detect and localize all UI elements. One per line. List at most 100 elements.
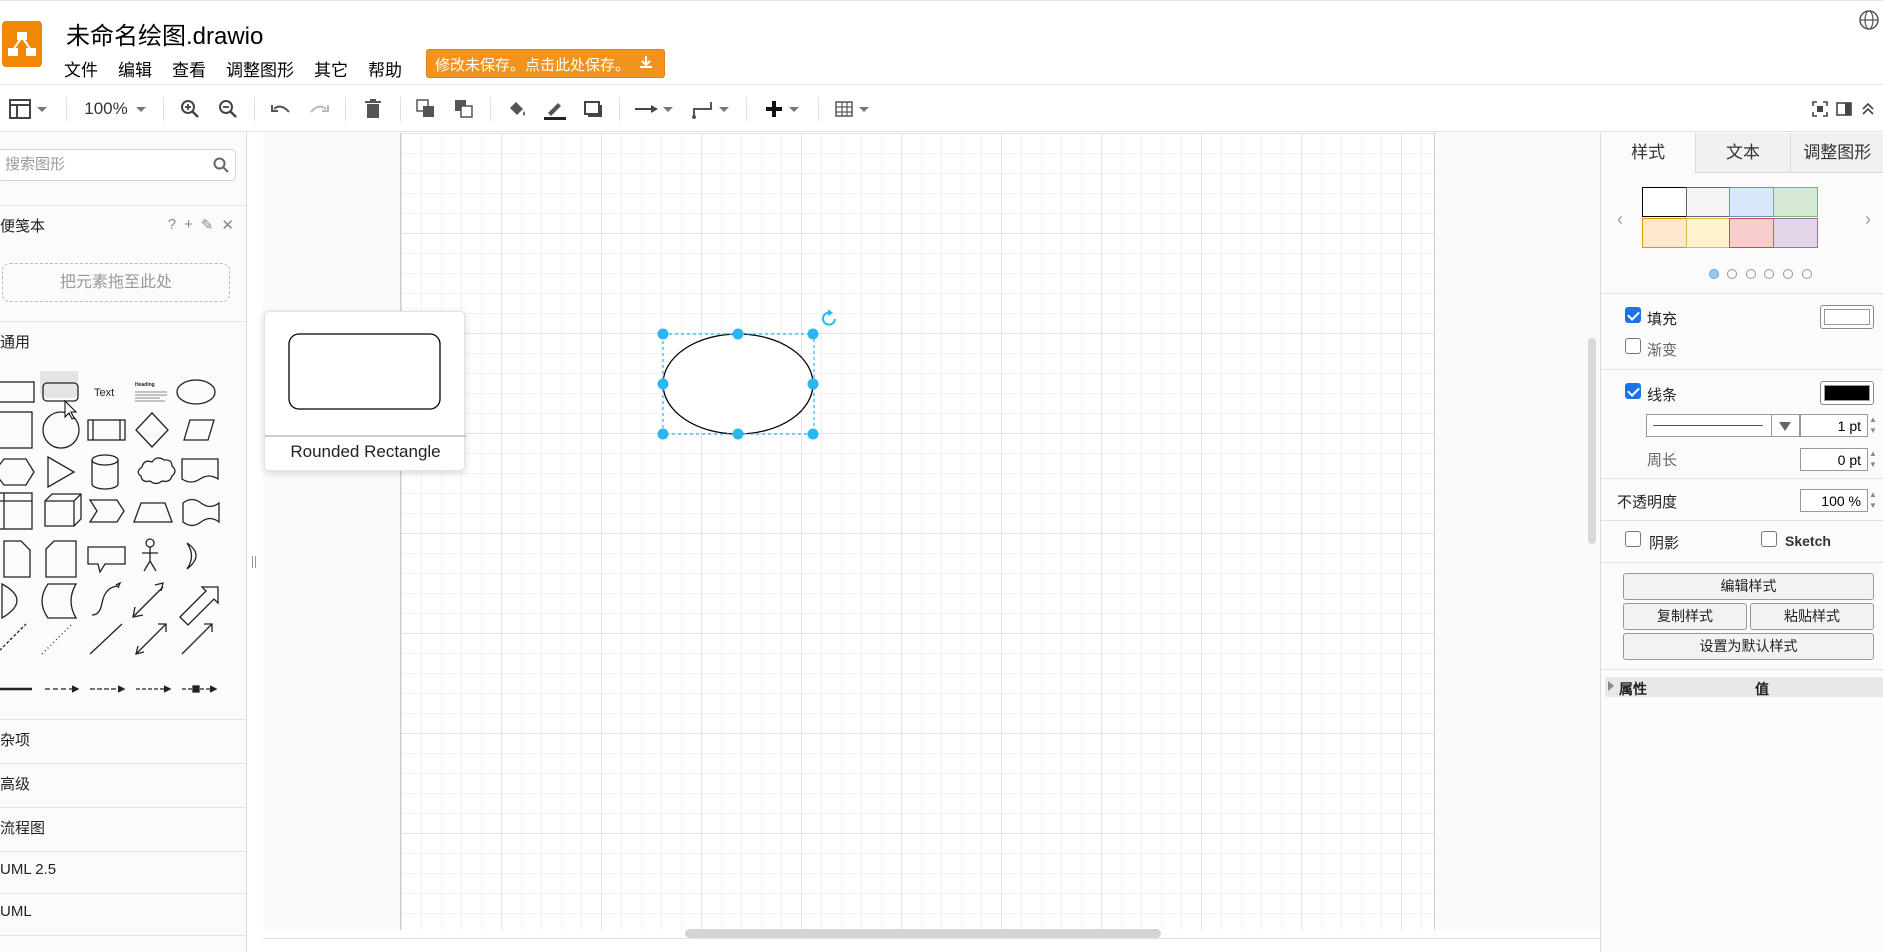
shadow-checkbox[interactable] (1625, 531, 1641, 547)
chevron-right-icon[interactable]: › (1865, 209, 1871, 230)
fill-color-picker[interactable] (1820, 305, 1874, 329)
zoom-in-button[interactable] (178, 97, 202, 121)
edit-style-button[interactable]: 编辑样式 (1623, 573, 1874, 600)
menu-edit[interactable]: 编辑 (108, 53, 162, 80)
gradient-checkbox[interactable] (1625, 338, 1641, 354)
search-icon[interactable] (213, 157, 229, 176)
tab-text[interactable]: 文本 (1695, 133, 1790, 173)
close-icon[interactable]: ✕ (221, 216, 234, 234)
delete-button[interactable] (360, 97, 386, 121)
to-back-button[interactable] (452, 97, 476, 121)
menu-arrange[interactable]: 调整图形 (216, 53, 304, 80)
undo-button[interactable] (268, 97, 294, 121)
redo-button[interactable] (306, 97, 332, 121)
sidebar-section-uml[interactable]: UML (0, 893, 246, 933)
collapse-toolbar-button[interactable] (1858, 97, 1878, 121)
style-swatch[interactable] (1729, 187, 1774, 217)
table-dropdown[interactable] (830, 97, 874, 121)
sidebar-resize-handle[interactable] (252, 556, 256, 568)
tab-style[interactable]: 样式 (1601, 133, 1696, 173)
swatch-page-dot[interactable] (1802, 269, 1812, 279)
shape-arrow (179, 586, 219, 626)
chevron-left-icon[interactable]: ‹ (1617, 209, 1623, 230)
sidebar-section-advanced[interactable]: 高级 (0, 763, 246, 803)
style-swatch[interactable] (1773, 218, 1818, 248)
shape-dotted-line (41, 623, 73, 655)
paste-style-button[interactable]: 粘贴样式 (1750, 603, 1874, 630)
style-swatch[interactable] (1686, 218, 1731, 248)
swatch-page-dot-active[interactable] (1709, 269, 1719, 279)
menu-help[interactable]: 帮助 (358, 53, 412, 80)
sidebar-section-label: 流程图 (0, 820, 46, 837)
value-column-header: 值 (1755, 681, 1769, 697)
general-shapes-palette[interactable]: Text Heading (0, 371, 240, 731)
style-swatch[interactable] (1729, 218, 1774, 248)
waypoints-dropdown[interactable] (688, 97, 732, 121)
swatch-page-dot[interactable] (1764, 269, 1774, 279)
sketch-checkbox[interactable] (1761, 531, 1777, 547)
tab-arrange[interactable]: 调整图形 (1789, 133, 1883, 173)
add-icon[interactable]: + (184, 216, 193, 234)
sidebar-section-more[interactable] (0, 935, 246, 952)
search-shapes-input[interactable] (3, 155, 203, 174)
help-icon[interactable]: ? (168, 216, 176, 234)
menu-file[interactable]: 文件 (54, 53, 108, 80)
copy-style-button[interactable]: 复制样式 (1623, 603, 1747, 630)
line-width-stepper[interactable]: ▲ ▼ (1868, 414, 1878, 437)
style-swatch[interactable] (1642, 187, 1687, 217)
scratchpad-header[interactable]: 便笺本 ? + ✎ ✕ (0, 205, 246, 245)
opacity-input[interactable]: 100 % (1800, 489, 1868, 512)
fill-checkbox[interactable] (1625, 307, 1641, 323)
line-width-input[interactable]: 1 pt (1800, 414, 1868, 437)
drawio-logo[interactable] (2, 21, 42, 67)
insert-dropdown[interactable] (760, 97, 804, 121)
panel-right-icon (1836, 102, 1852, 116)
shadow-button[interactable] (580, 97, 606, 121)
opacity-stepper[interactable]: ▲ ▼ (1868, 489, 1878, 512)
sidebar-section-flowchart[interactable]: 流程图 (0, 807, 246, 847)
line-color-button[interactable] (542, 97, 568, 121)
scratchpad-drop-zone[interactable]: 把元素拖至此处 (2, 263, 230, 302)
shape-callout (87, 546, 126, 574)
zoom-dropdown[interactable]: 100% (80, 97, 150, 121)
expand-triangle-icon[interactable] (1608, 681, 1614, 691)
selected-ellipse[interactable] (401, 133, 1436, 930)
style-swatch[interactable] (1773, 187, 1818, 217)
swatch-page-dot[interactable] (1727, 269, 1737, 279)
arrow-right-icon (635, 105, 658, 113)
horizontal-scrollbar[interactable] (685, 929, 1161, 938)
to-front-button[interactable] (414, 97, 438, 121)
zoom-out-button[interactable] (216, 97, 240, 121)
set-as-default-style-button[interactable]: 设置为默认样式 (1623, 633, 1874, 660)
line-pattern-dropdown[interactable] (1646, 414, 1800, 437)
line-checkbox[interactable] (1625, 383, 1641, 399)
vertical-scrollbar[interactable] (1588, 338, 1596, 544)
swatch-page-dot[interactable] (1746, 269, 1756, 279)
format-panel-toggle-button[interactable] (6, 97, 50, 121)
format-toggle-button[interactable] (1834, 97, 1854, 121)
diagram-canvas[interactable] (263, 133, 1600, 930)
document-title[interactable]: 未命名绘图.drawio (66, 16, 263, 51)
menu-view[interactable]: 查看 (162, 53, 216, 80)
connection-style-dropdown[interactable] (632, 97, 676, 121)
sidebar-section-misc[interactable]: 杂项 (0, 719, 246, 759)
plus-icon (766, 101, 782, 117)
fullscreen-button[interactable] (1810, 97, 1830, 121)
sidebar-section-uml25[interactable]: UML 2.5 (0, 851, 246, 891)
perimeter-input[interactable]: 0 pt (1800, 448, 1868, 471)
shape-parallelogram (183, 419, 215, 441)
style-swatch[interactable] (1642, 218, 1687, 248)
general-section-header[interactable]: 通用 (0, 321, 246, 361)
perimeter-stepper[interactable]: ▲ ▼ (1868, 448, 1878, 471)
style-swatch[interactable] (1686, 187, 1731, 217)
diagram-page[interactable] (400, 133, 1435, 930)
language-globe-icon[interactable] (1858, 9, 1880, 31)
line-color-picker[interactable] (1820, 381, 1874, 405)
unsaved-changes-banner[interactable]: 修改未保存。点击此处保存。 (426, 49, 666, 78)
edit-icon[interactable]: ✎ (201, 216, 214, 234)
menu-extras[interactable]: 其它 (304, 53, 358, 80)
shape-trapezoid (133, 502, 173, 523)
fill-color-button[interactable] (504, 97, 530, 121)
properties-table-header[interactable]: 属性 值 (1605, 677, 1883, 697)
swatch-page-dot[interactable] (1783, 269, 1793, 279)
